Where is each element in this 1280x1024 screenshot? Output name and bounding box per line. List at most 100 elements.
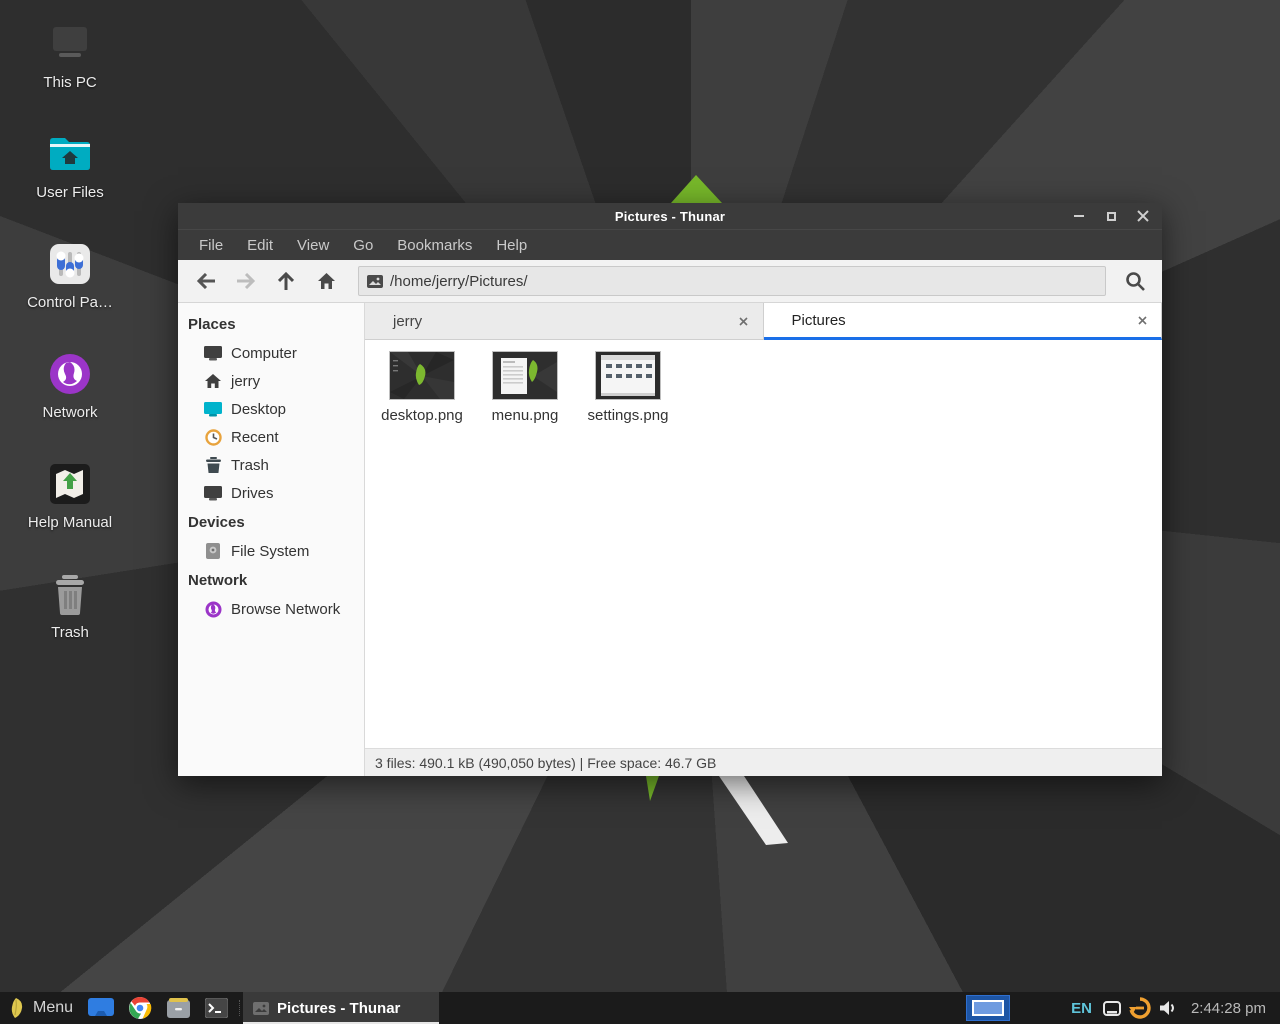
close-icon — [1138, 316, 1147, 325]
thunar-window: Pictures - Thunar File Edit View Go Book… — [178, 203, 1162, 776]
menu-edit[interactable]: Edit — [236, 233, 284, 258]
sidebar-item-file-system[interactable]: File System — [178, 537, 364, 565]
volume-icon[interactable] — [1157, 997, 1179, 1019]
up-button[interactable] — [268, 265, 304, 297]
filesystem-drive-icon — [204, 542, 222, 560]
trash-icon — [204, 456, 222, 474]
file-settings-png[interactable]: settings.png — [578, 348, 678, 430]
archive-launcher[interactable] — [159, 992, 198, 1024]
menu-view[interactable]: View — [286, 233, 340, 258]
menu-bookmarks[interactable]: Bookmarks — [386, 233, 483, 258]
lite-feather-icon — [7, 997, 24, 1019]
chrome-launcher[interactable] — [121, 992, 159, 1024]
network-globe-icon — [204, 600, 222, 618]
desktop-icon-network[interactable]: Network — [8, 350, 132, 446]
image-file-icon — [253, 1002, 269, 1015]
sidebar-item-drives[interactable]: Drives — [178, 479, 364, 507]
this-pc-icon — [46, 20, 94, 68]
user-files-icon — [46, 130, 94, 178]
file-name: desktop.png — [381, 407, 463, 424]
image-thumbnail — [390, 352, 454, 399]
maximize-icon — [1107, 212, 1116, 221]
home-icon — [317, 272, 336, 290]
sidebar-item-browse-network[interactable]: Browse Network — [178, 595, 364, 623]
close-button[interactable] — [1132, 205, 1154, 227]
desktop-icon-grid: This PC User Files Control Pa… Network H… — [8, 20, 132, 680]
update-manager-icon[interactable] — [1129, 997, 1151, 1019]
taskbar-window-label: Pictures - Thunar — [277, 1000, 400, 1017]
network-globe-icon — [46, 350, 94, 398]
file-list: desktop.png menu.png settings.png — [365, 340, 1162, 748]
desktop-icon-this-pc[interactable]: This PC — [8, 20, 132, 116]
files-icon — [88, 998, 114, 1018]
sidebar-header-network: Network — [178, 565, 364, 595]
file-menu-png[interactable]: menu.png — [475, 348, 575, 430]
sidebar-item-trash[interactable]: Trash — [178, 451, 364, 479]
file-desktop-png[interactable]: desktop.png — [372, 348, 472, 430]
sidebar-item-jerry[interactable]: jerry — [178, 367, 364, 395]
menu-help[interactable]: Help — [485, 233, 538, 258]
desktop-icon-label: Help Manual — [28, 514, 112, 531]
back-button[interactable] — [188, 265, 224, 297]
sidebar-item-label: Trash — [231, 457, 269, 474]
image-file-icon — [367, 275, 383, 288]
terminal-icon — [205, 998, 228, 1018]
window-title: Pictures - Thunar — [178, 209, 1162, 224]
tab-bar: jerry Pictures — [365, 303, 1162, 340]
tab-close-button[interactable] — [735, 312, 753, 330]
maximize-button[interactable] — [1100, 205, 1122, 227]
desktop-icon-label: Trash — [51, 624, 89, 641]
taskbar-window-button[interactable]: Pictures - Thunar — [243, 992, 439, 1024]
terminal-launcher[interactable] — [198, 992, 235, 1024]
close-icon — [739, 317, 748, 326]
taskbar-separator — [235, 992, 243, 1024]
desktop-icon-control-panel[interactable]: Control Pa… — [8, 240, 132, 336]
path-text: /home/jerry/Pictures/ — [390, 273, 528, 290]
main-pane: jerry Pictures desktop. — [365, 303, 1162, 776]
keyboard-layout-indicator[interactable]: EN — [1068, 1000, 1095, 1017]
sidebar-item-computer[interactable]: Computer — [178, 339, 364, 367]
home-button[interactable] — [308, 265, 344, 297]
menu-file[interactable]: File — [188, 233, 234, 258]
tab-pictures[interactable]: Pictures — [764, 303, 1163, 340]
status-bar: 3 files: 490.1 kB (490,050 bytes) | Free… — [365, 748, 1162, 776]
sidebar-item-label: File System — [231, 543, 309, 560]
app-menu-button[interactable] — [0, 992, 31, 1024]
desktop-monitor-icon — [204, 400, 222, 418]
tab-close-button[interactable] — [1133, 311, 1151, 329]
minimize-icon — [1074, 215, 1084, 217]
minimize-button[interactable] — [1068, 205, 1090, 227]
taskbar: Menu Pictures - Thunar EN 2:44:28 — [0, 992, 1280, 1024]
window-controls — [1068, 203, 1154, 229]
sidebar-item-desktop[interactable]: Desktop — [178, 395, 364, 423]
desktop-icon-user-files[interactable]: User Files — [8, 130, 132, 226]
display-tray-icon[interactable] — [1101, 997, 1123, 1019]
clock: 2:44:28 pm — [1185, 1000, 1274, 1017]
close-icon — [1137, 210, 1149, 222]
tab-jerry[interactable]: jerry — [365, 303, 764, 340]
file-manager-launcher[interactable] — [81, 992, 121, 1024]
window-titlebar[interactable]: Pictures - Thunar — [178, 203, 1162, 229]
chrome-icon — [128, 996, 152, 1020]
sidebar-item-label: jerry — [231, 373, 260, 390]
workspace-switcher[interactable] — [966, 995, 1010, 1021]
desktop-icon-label: User Files — [36, 184, 104, 201]
control-panel-icon — [46, 240, 94, 288]
sidebar-item-recent[interactable]: Recent — [178, 423, 364, 451]
taskbar-left: Menu Pictures - Thunar — [0, 992, 439, 1024]
desktop-icon-trash[interactable]: Trash — [8, 570, 132, 666]
menu-go[interactable]: Go — [342, 233, 384, 258]
window-content: Places Computer jerry Desktop — [178, 303, 1162, 776]
status-text: 3 files: 490.1 kB (490,050 bytes) | Free… — [375, 755, 716, 771]
menu-button-label[interactable]: Menu — [31, 999, 81, 1017]
desktop-icon-help-manual[interactable]: Help Manual — [8, 460, 132, 556]
trash-icon — [46, 570, 94, 618]
computer-icon — [204, 344, 222, 362]
search-button[interactable] — [1118, 265, 1152, 297]
up-arrow-icon — [278, 272, 294, 291]
menubar: File Edit View Go Bookmarks Help — [178, 229, 1162, 260]
path-bar[interactable]: /home/jerry/Pictures/ — [358, 266, 1106, 296]
forward-button[interactable] — [228, 265, 264, 297]
sidebar-item-label: Browse Network — [231, 601, 340, 618]
file-name: menu.png — [492, 407, 559, 424]
